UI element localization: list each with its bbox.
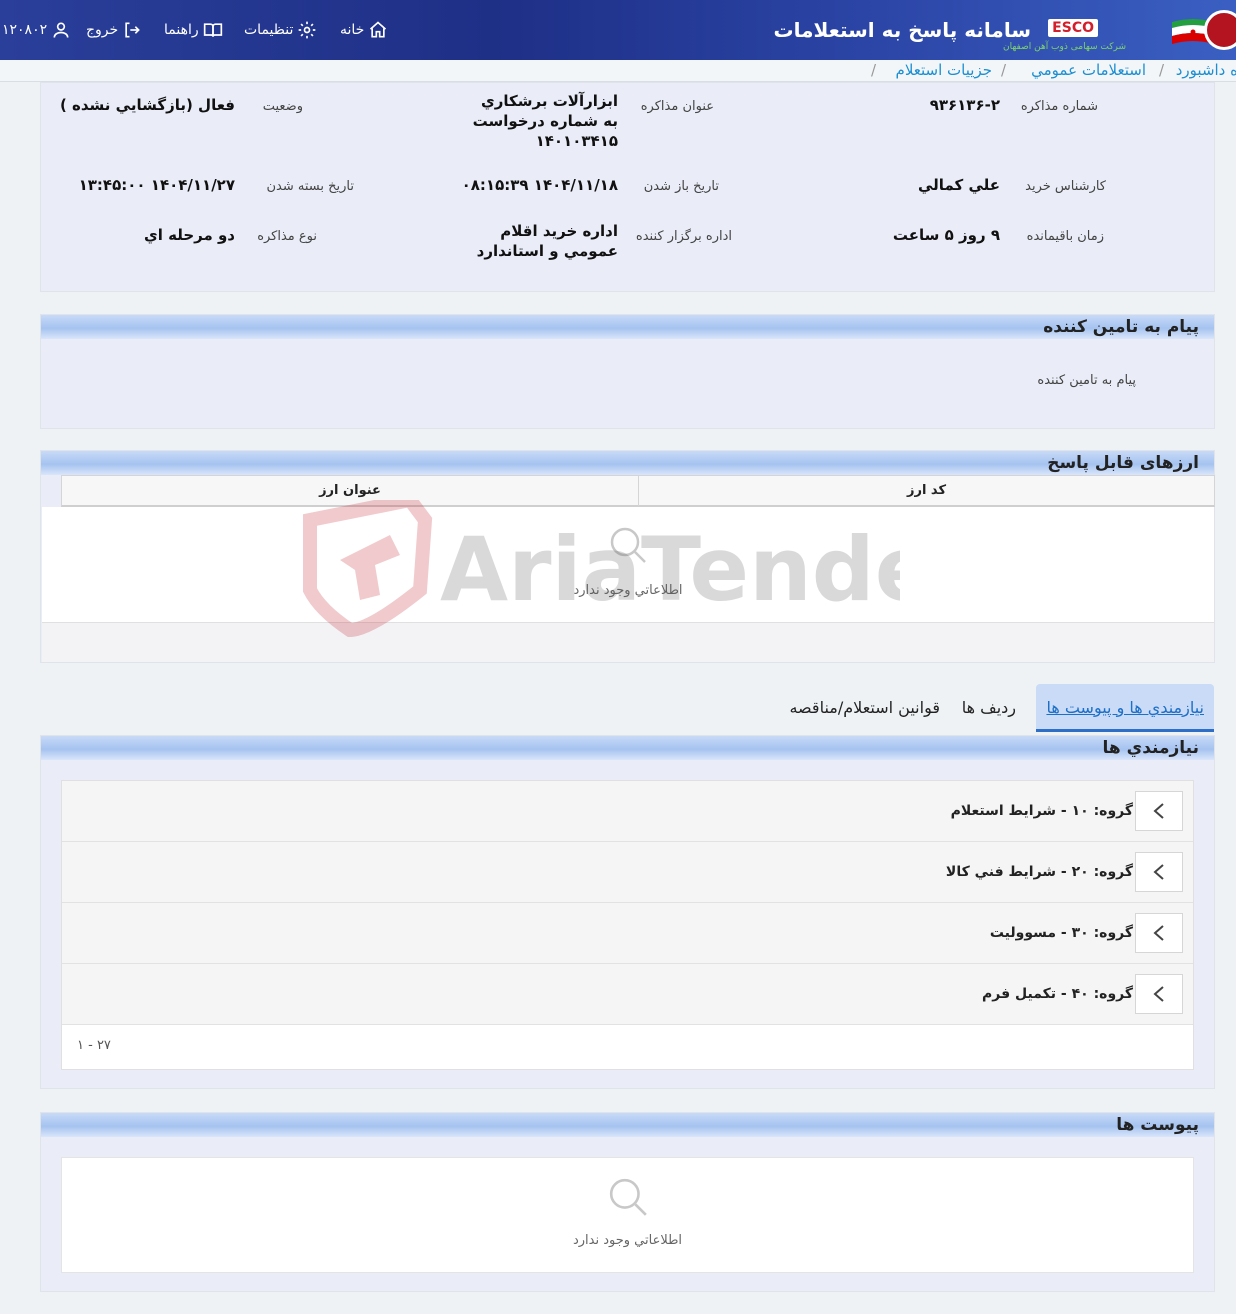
settings-button[interactable]: تنظيمات <box>244 20 317 40</box>
user-icon <box>53 22 69 38</box>
currencies-title: ارزهای قابل پاسخ <box>1047 453 1199 473</box>
home-button[interactable]: خانه <box>340 20 388 40</box>
negotiation-title-label: عنوان مذاکره <box>640 99 714 114</box>
breadcrumb-separator: / <box>1000 61 1006 79</box>
requirements-title: نيازمندي ها <box>1102 738 1199 758</box>
attachments-panel: پيوست ها اطلاعاتي وجود ندارد <box>40 1112 1215 1292</box>
supplier-message-text: پيام به تامين کننده <box>1037 373 1136 388</box>
expand-button[interactable] <box>1135 852 1183 892</box>
tab-rules[interactable]: قوانين استعلام/مناقصه <box>789 684 940 732</box>
pagination: ۱ - ۲۷ <box>62 1025 1193 1069</box>
group-title: گروه: ۳۰ - مسووليت <box>989 925 1133 941</box>
app-title: سامانه پاسخ به استعلامات <box>773 18 1032 42</box>
negotiation-type-label: نوع مذاکره <box>257 229 317 244</box>
expand-button[interactable] <box>1135 913 1183 953</box>
attachments-title: پيوست ها <box>1116 1115 1199 1135</box>
top-bar: ۱۲۰۸۰۲ خروج راهنما تنظيمات خانه سامانه پ… <box>0 0 1236 60</box>
search-icon <box>609 1178 647 1216</box>
attachments-empty-state: اطلاعاتي وجود ندارد <box>61 1157 1194 1273</box>
negotiation-type-value: دو مرحله اي <box>143 226 235 244</box>
negotiation-number-value: ۹۳۶۱۳۶-۲ <box>929 96 1000 114</box>
breadcrumb-separator: / <box>870 61 876 79</box>
organizer-value: اداره خريد اقلام عمومي و استاندارد <box>476 222 618 260</box>
status-value: فعال (بازگشايي نشده ) <box>59 96 235 114</box>
requirements-panel: نيازمندي ها گروه: ۱۰ - شرايط استعلام گرو… <box>40 735 1215 1089</box>
supplier-message-panel: پيام به تامين کننده پيام به تامين کننده <box>40 314 1215 429</box>
panel-header: ارزهای قابل پاسخ <box>41 451 1214 475</box>
organizer-label: اداره برگزار کننده <box>635 229 732 244</box>
tab-rows[interactable]: رديف ها <box>962 684 1016 732</box>
breadcrumb-dashboard[interactable]: ه داشبورد <box>1176 60 1236 80</box>
breadcrumb-inquiry-details[interactable]: جزييات استعلام <box>896 60 992 80</box>
group-title: گروه: ۱۰ - شرايط استعلام <box>950 803 1133 819</box>
attachments-empty-text: اطلاعاتي وجود ندارد <box>572 1233 683 1248</box>
list-item[interactable]: گروه: ۲۰ - شرايط فني کالا <box>62 842 1193 903</box>
gear-icon <box>299 21 316 39</box>
logout-icon <box>125 22 141 38</box>
panel-header: پيام به تامين کننده <box>41 315 1214 339</box>
column-header-currency-name[interactable]: عنوان ارز <box>62 476 638 506</box>
chevron-left-icon <box>1153 925 1164 941</box>
esco-logo: ESCO <box>1048 19 1098 37</box>
currencies-panel: ارزهای قابل پاسخ کد ارز عنوان ارز اطلاعا… <box>40 450 1215 663</box>
company-name: شرکت سهامی ذوب آهن اصفهان <box>1003 42 1126 52</box>
buyer-label: کارشناس خريد <box>1025 179 1106 194</box>
list-item[interactable]: گروه: ۴۰ - تکميل فرم <box>62 964 1193 1025</box>
home-icon <box>370 21 387 38</box>
close-date-label: تاريخ بسته شدن <box>266 179 354 194</box>
group-title: گروه: ۲۰ - شرايط فني کالا <box>945 864 1133 880</box>
chevron-left-icon <box>1153 864 1164 880</box>
chevron-left-icon <box>1153 803 1164 819</box>
group-title: گروه: ۴۰ - تکميل فرم <box>982 986 1133 1002</box>
list-item[interactable]: گروه: ۱۰ - شرايط استعلام <box>62 781 1193 842</box>
expand-button[interactable] <box>1135 791 1183 831</box>
guide-button[interactable]: راهنما <box>164 20 223 40</box>
search-icon <box>610 527 646 563</box>
user-id[interactable]: ۱۲۰۸۰۲ <box>2 20 71 40</box>
buyer-value: علي کمالي <box>918 176 1000 194</box>
expand-button[interactable] <box>1135 974 1183 1014</box>
panel-header: پيوست ها <box>41 1113 1214 1137</box>
company-logo-icon <box>1204 10 1236 50</box>
currencies-empty-text: اطلاعاتي وجود ندارد <box>573 583 683 598</box>
breadcrumb-public-inquiries[interactable]: استعلامات عمومي <box>1031 60 1146 80</box>
panel-header: نيازمندي ها <box>41 736 1214 760</box>
requirements-group-list: گروه: ۱۰ - شرايط استعلام گروه: ۲۰ - شراي… <box>61 780 1194 1070</box>
remaining-time-value: ۹ روز ۵ ساعت <box>892 226 1000 244</box>
breadcrumb: ه داشبورد / استعلامات عمومي / جزييات است… <box>0 60 1236 82</box>
supplier-message-title: پيام به تامين کننده <box>1043 317 1199 337</box>
currencies-table-header: کد ارز عنوان ارز <box>61 475 1215 507</box>
logout-button[interactable]: خروج <box>86 20 142 40</box>
inquiry-info-panel: شماره مذاکره ۹۳۶۱۳۶-۲ عنوان مذاکره ابزار… <box>40 82 1215 292</box>
currencies-table-footer <box>42 622 1214 662</box>
tab-requirements-attachments[interactable]: نيازمندي ها و پيوست ها <box>1036 684 1214 732</box>
breadcrumb-separator: / <box>1158 61 1164 79</box>
column-header-currency-code[interactable]: کد ارز <box>638 476 1214 506</box>
chevron-left-icon <box>1153 986 1164 1002</box>
page-range: ۱ - ۲۷ <box>77 1038 111 1053</box>
remaining-time-label: زمان باقيمانده <box>1026 229 1104 244</box>
status-label: وضعيت <box>262 99 303 114</box>
negotiation-title-value: ابزارآلات برشکاري به شماره درخواست ۱۴۰۱۰… <box>472 92 618 150</box>
user-menu[interactable]: ۱۲۰۸۰۲ <box>2 0 71 60</box>
close-date-value: ۱۴۰۴/۱۱/۲۷ ۱۳:۴۵:۰۰ <box>78 176 235 194</box>
currencies-empty-state: اطلاعاتي وجود ندارد <box>42 507 1214 622</box>
book-icon <box>203 23 222 37</box>
open-date-label: تاريخ باز شدن <box>643 179 719 194</box>
negotiation-number-label: شماره مذاکره <box>1020 99 1098 114</box>
open-date-value: ۱۴۰۴/۱۱/۱۸ ۰۸:۱۵:۳۹ <box>461 176 618 194</box>
list-item[interactable]: گروه: ۳۰ - مسووليت <box>62 903 1193 964</box>
